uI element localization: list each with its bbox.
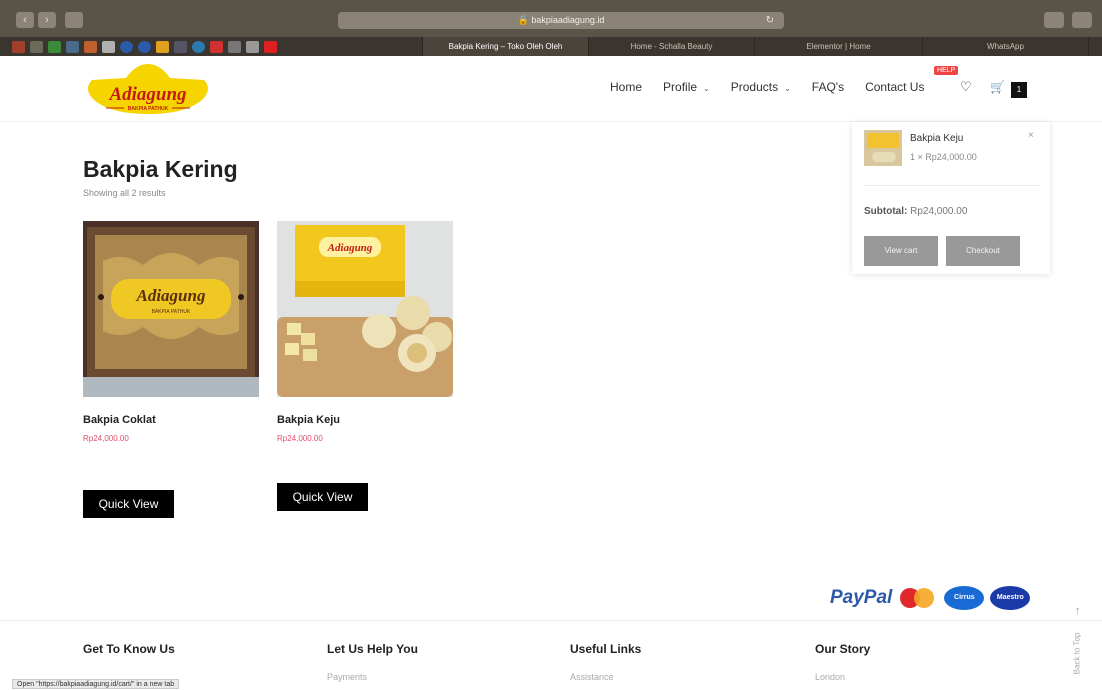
status-bar-tooltip: Open "https://bakpiaadiagung.id/cart/" i… [12,679,180,689]
cirrus-logo: Cirrus [944,586,985,610]
sidebar-toggle-icon[interactable] [65,12,83,28]
nav-products-label: Products [730,80,779,94]
favorite-icon[interactable] [120,40,133,53]
product-card: Adiagung BAKPIA PATHUK Bakpia Coklat Rp2… [83,221,259,443]
cart-icon[interactable]: 🛒 [990,80,1005,94]
back-button[interactable]: ‹ [16,12,34,28]
tab-bar: Bakpia Kering – Toko Oleh Oleh Home - Sc… [0,37,1102,56]
footer-heading: Our Story [815,642,871,656]
quick-view-button[interactable]: Quick View [277,483,368,511]
nav-products[interactable]: Products ⌄ [731,80,791,94]
mastercard-logo [898,586,938,610]
quick-view-button[interactable]: Quick View [83,490,174,518]
back-to-top-link[interactable]: ↑ Back to Top [1070,605,1090,685]
chevron-down-icon: ⌄ [703,84,710,93]
product-card: Adiagung Bakpia Keju Rp24,000.00 [277,221,453,443]
product-price: Rp24,000.00 [83,434,129,443]
favorite-icon[interactable] [192,40,205,53]
footer-heading: Get To Know Us [83,642,175,656]
arrow-up-icon: ↑ [1075,605,1081,617]
payment-methods: PayPal Cirrus Maestro [830,586,1031,610]
footer-column: Useful Links Assistance [570,642,641,682]
browser-toolbar: ‹ › 🔒 bakpiaadiagung.id ↻ [0,0,1102,37]
cart-count-badge[interactable]: 1 [1011,82,1027,98]
footer-link[interactable]: London [815,672,870,682]
favorites-bar [0,37,422,56]
youtube-icon[interactable] [264,40,277,53]
favorite-icon[interactable] [228,40,241,53]
share-button[interactable] [1044,12,1064,28]
main-navigation: Home Profile ⌄ Products ⌄ FAQ's Contact Us [610,80,945,94]
favorite-icon[interactable] [12,40,25,53]
svg-text:Adiagung: Adiagung [136,286,206,305]
product-image-bakpia-coklat[interactable]: Adiagung BAKPIA PATHUK [83,221,259,397]
help-badge: HELP [934,66,959,75]
svg-text:BAKPIA PATHUK: BAKPIA PATHUK [152,309,191,315]
favorite-icon[interactable] [138,40,151,53]
footer-heading: Useful Links [570,642,642,656]
nav-home[interactable]: Home [610,80,642,94]
favorite-icon[interactable] [48,40,61,53]
site-logo[interactable]: Adiagung BAKPIA PATHUK [84,62,212,116]
nav-contact-us[interactable]: Contact Us [865,80,924,94]
footer-column: Let Us Help You Payments [327,642,418,682]
nav-profile[interactable]: Profile ⌄ [663,80,710,94]
footer-link[interactable]: Payments [327,672,418,682]
favorite-icon[interactable] [210,40,223,53]
favorite-icon[interactable] [156,40,169,53]
result-count: Showing all 2 results [83,188,166,198]
mini-cart-item-name[interactable]: Bakpia Keju [910,133,963,144]
favorite-icon[interactable] [246,40,259,53]
footer-divider [0,620,1102,621]
tab-bakpia-kering[interactable]: Bakpia Kering – Toko Oleh Oleh [422,37,588,56]
site-header: Adiagung BAKPIA PATHUK Home Profile ⌄ Pro… [0,56,1102,122]
maestro-logo: Maestro [990,586,1031,610]
forward-button[interactable]: › [38,12,56,28]
mini-cart-dropdown: Bakpia Keju 1 × Rp24,000.00 × Subtotal: … [852,122,1050,274]
product-image-bakpia-keju[interactable]: Adiagung [277,221,453,397]
product-name[interactable]: Bakpia Coklat [83,414,156,426]
tab-whatsapp[interactable]: WhatsApp [922,37,1088,56]
svg-text:Adiagung: Adiagung [108,84,186,105]
footer-link[interactable]: Assistance [570,672,641,682]
paypal-logo: PayPal [830,587,893,608]
remove-item-close-icon[interactable]: × [1028,130,1034,141]
footer-column: Our Story London [815,642,870,682]
checkout-button[interactable]: Checkout [946,236,1020,266]
chevron-down-icon: ⌄ [784,84,791,93]
wishlist-heart-icon[interactable]: ♡ [960,79,972,95]
subtotal-label: Subtotal: [864,206,908,217]
back-to-top-label: Back to Top [1072,632,1082,675]
footer-column: Get To Know Us [83,642,175,656]
view-cart-button[interactable]: View cart [864,236,938,266]
svg-text:Adiagung: Adiagung [327,242,373,254]
footer-heading: Let Us Help You [327,642,418,656]
mini-cart-item-quantity: 1 × Rp24,000.00 [910,152,977,162]
favorite-icon[interactable] [66,40,79,53]
url-text: bakpiaadiagung.id [531,15,605,25]
tab-elementor[interactable]: Elementor | Home [754,37,922,56]
product-price: Rp24,000.00 [277,434,323,443]
favorite-icon[interactable] [102,40,115,53]
nav-faqs[interactable]: FAQ's [812,80,844,94]
subtotal-value: Rp24,000.00 [910,206,968,217]
svg-text:BAKPIA PATHUK: BAKPIA PATHUK [128,106,169,112]
reload-icon[interactable]: ↻ [766,12,774,29]
nav-profile-label: Profile [663,80,698,94]
favorite-icon[interactable] [174,40,187,53]
mini-cart-subtotal: Subtotal: Rp24,000.00 [864,206,967,217]
favorite-icon[interactable] [84,40,97,53]
page-title: Bakpia Kering [83,156,238,182]
product-name[interactable]: Bakpia Keju [277,414,340,426]
address-bar[interactable]: 🔒 bakpiaadiagung.id ↻ [338,12,784,29]
divider [864,185,1040,186]
mini-cart-item-thumbnail[interactable] [864,130,902,166]
history-buttons: ‹ › [16,12,56,28]
tab-overflow[interactable] [1088,37,1102,56]
favorite-icon[interactable] [30,40,43,53]
tab-overview-button[interactable] [1072,12,1092,28]
lock-icon: 🔒 [517,15,532,25]
tab-schalla-beauty[interactable]: Home - Schalla Beauty [588,37,754,56]
